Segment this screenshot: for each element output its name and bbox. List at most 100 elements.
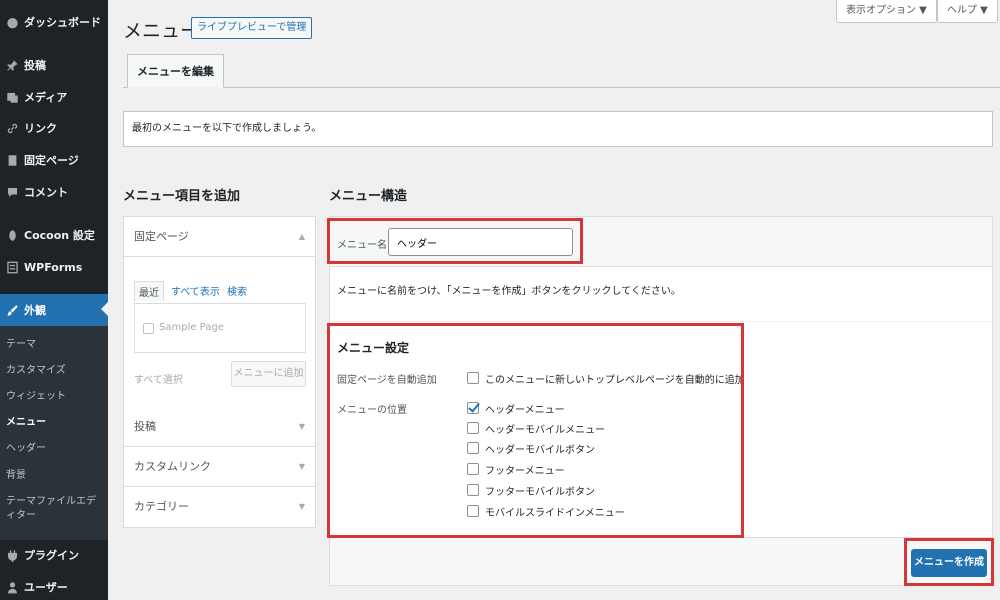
location-label: メニューの位置	[337, 405, 407, 416]
location-header-mobile-menu[interactable]: ヘッダーモバイルメニュー	[467, 420, 605, 436]
location-checkbox[interactable]	[467, 484, 479, 496]
tab-search[interactable]: 検索	[227, 283, 247, 298]
location-checkbox[interactable]	[467, 422, 479, 434]
location-checkbox[interactable]	[467, 442, 479, 454]
admin-sidebar: ダッシュボード 投稿 メディア リンク 固定ページ コメント Cocoon 設定…	[0, 0, 108, 600]
sidebar-item-wpforms[interactable]: WPForms	[0, 252, 108, 282]
divider	[330, 321, 992, 322]
option-label: このメニューに新しいトップレベルページを自動的に追加	[485, 374, 745, 386]
option-label: ヘッダーモバイルボタン	[485, 444, 595, 456]
option-label: モバイルスライドインメニュー	[485, 507, 625, 519]
accordion-label: カスタムリンク	[134, 460, 211, 473]
location-checkbox[interactable]	[467, 505, 479, 517]
submenu-header[interactable]: ヘッダー	[6, 442, 104, 456]
comment-icon	[7, 187, 18, 197]
sidebar-item-label: コメント	[24, 186, 68, 199]
accordion-label: カテゴリー	[134, 500, 189, 513]
sidebar-item-links[interactable]: リンク	[0, 113, 108, 143]
chevron-down-icon: ▼	[298, 422, 305, 431]
sidebar-item-dashboard[interactable]: ダッシュボード	[0, 7, 108, 37]
media-icon	[7, 92, 18, 103]
tab-divider	[123, 87, 1000, 88]
option-label: ヘッダーモバイルメニュー	[485, 424, 605, 436]
sidebar-item-media[interactable]: メディア	[0, 82, 108, 112]
chevron-up-icon: ▲	[298, 232, 305, 241]
sidebar-item-label: Cocoon 設定	[24, 229, 95, 242]
menu-settings-heading: メニュー設定	[337, 341, 410, 355]
sidebar-item-label: 外観	[24, 304, 46, 317]
accordion-posts[interactable]: 投稿 ▼	[124, 407, 315, 447]
brush-icon	[7, 304, 18, 316]
sidebar-item-cocoon[interactable]: Cocoon 設定	[0, 220, 108, 250]
screen-options-button[interactable]: 表示オプション ▼	[836, 0, 937, 23]
location-footer-mobile-button[interactable]: フッターモバイルボタン	[467, 482, 595, 498]
accordion-label: 投稿	[134, 420, 156, 433]
sidebar-item-pages[interactable]: 固定ページ	[0, 145, 108, 175]
accordion-pages[interactable]: 固定ページ ▲	[124, 217, 315, 257]
page-title: メニュー	[123, 20, 200, 42]
location-header-menu[interactable]: ヘッダーメニュー	[467, 400, 565, 416]
chevron-down-icon: ▼	[298, 502, 305, 511]
link-icon	[7, 123, 18, 133]
instructions-text: メニューに名前をつけ、「メニューを作成」ボタンをクリックしてください。	[337, 286, 681, 297]
sidebar-item-label: リンク	[24, 122, 57, 135]
add-items-heading: メニュー項目を追加	[123, 189, 241, 204]
submenu-menus[interactable]: メニュー	[6, 416, 104, 430]
auto-add-checkbox[interactable]	[467, 372, 479, 384]
tab-edit-menus[interactable]: メニューを編集	[127, 54, 224, 88]
sidebar-item-label: ダッシュボード	[24, 16, 101, 29]
tab-recent[interactable]: 最近	[134, 281, 164, 301]
pages-list: Sample Page	[134, 303, 306, 353]
accordion-label: 固定ページ	[134, 230, 189, 243]
option-label: フッターモバイルボタン	[485, 486, 595, 498]
submenu-theme-editor[interactable]: テーマファイルエディター	[6, 495, 104, 523]
menu-structure-footer: メニューを作成	[330, 537, 992, 585]
sidebar-item-label: メディア	[24, 91, 68, 104]
sidebar-item-comments[interactable]: コメント	[0, 177, 108, 207]
menu-structure-heading: メニュー構造	[329, 189, 408, 204]
live-preview-button[interactable]: ライブプレビューで管理	[191, 17, 313, 39]
accordion-categories[interactable]: カテゴリー ▼	[124, 487, 315, 527]
menu-name-bar: メニュー名	[330, 217, 992, 267]
submenu-widgets[interactable]: ウィジェット	[6, 390, 104, 404]
sidebar-item-appearance[interactable]: 外観	[0, 294, 108, 326]
location-footer-menu[interactable]: フッターメニュー	[467, 461, 565, 477]
add-to-menu-button[interactable]: メニューに追加	[231, 361, 306, 387]
auto-add-label: 固定ページを自動追加	[337, 375, 437, 386]
add-items-accordion: 固定ページ ▲ 最近 すべて表示 検索 Sample Page すべて選択 メニ…	[123, 216, 316, 528]
location-mobile-slide-in-menu[interactable]: モバイルスライドインメニュー	[467, 503, 625, 519]
help-button[interactable]: ヘルプ ▼	[937, 0, 998, 23]
sidebar-item-posts[interactable]: 投稿	[0, 50, 108, 80]
dashboard-icon	[7, 17, 18, 28]
menu-name-input[interactable]	[388, 228, 573, 256]
create-menu-button[interactable]: メニューを作成	[911, 549, 987, 577]
sidebar-item-label: WPForms	[24, 260, 83, 274]
sidebar-item-label: 固定ページ	[24, 154, 79, 167]
sample-page-label: Sample Page	[159, 322, 224, 333]
sidebar-item-plugins[interactable]: プラグイン	[0, 540, 108, 570]
sample-page-checkbox[interactable]	[143, 323, 154, 334]
accordion-custom-links[interactable]: カスタムリンク ▼	[124, 447, 315, 487]
page-icon	[8, 154, 17, 166]
tab-view-all[interactable]: すべて表示	[171, 283, 220, 298]
submenu-customize[interactable]: カスタマイズ	[6, 364, 104, 378]
plugin-icon	[7, 549, 18, 562]
location-header-mobile-button[interactable]: ヘッダーモバイルボタン	[467, 440, 595, 456]
option-label: ヘッダーメニュー	[485, 404, 565, 416]
select-all-link[interactable]: すべて選択	[134, 371, 183, 386]
sidebar-item-label: 投稿	[24, 59, 46, 72]
chevron-down-icon: ▼	[298, 462, 305, 471]
pin-icon	[7, 59, 18, 71]
location-checkbox[interactable]	[467, 463, 479, 475]
sidebar-item-users[interactable]: ユーザー	[0, 572, 108, 600]
submenu-themes[interactable]: テーマ	[6, 338, 104, 352]
location-checkbox-checked[interactable]	[467, 402, 479, 414]
cocoon-icon	[9, 229, 16, 241]
submenu-background[interactable]: 背景	[6, 469, 104, 483]
menu-structure-panel: メニュー名 メニューに名前をつけ、「メニューを作成」ボタンをクリックしてください…	[329, 216, 993, 586]
auto-add-option[interactable]: このメニューに新しいトップレベルページを自動的に追加	[467, 370, 745, 386]
user-icon	[7, 581, 18, 593]
sidebar-item-label: ユーザー	[24, 581, 68, 594]
sidebar-item-label: プラグイン	[24, 549, 79, 562]
form-icon	[7, 261, 18, 273]
